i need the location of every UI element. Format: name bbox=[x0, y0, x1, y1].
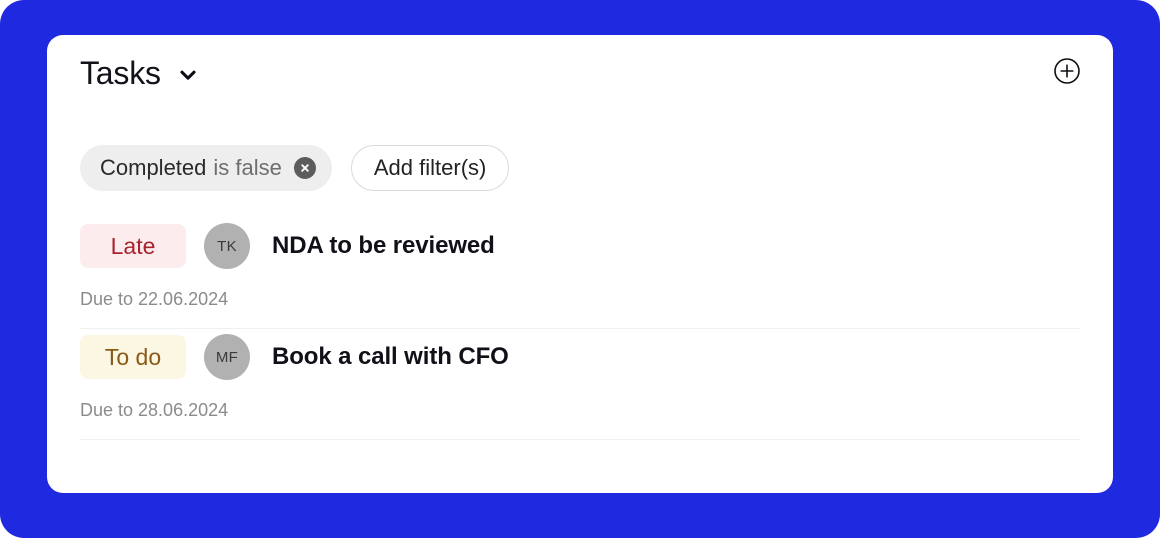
close-circle-icon[interactable] bbox=[293, 157, 316, 179]
task-list: Late TK NDA to be reviewed Due to 22.06.… bbox=[47, 218, 1113, 440]
card-header: Tasks bbox=[47, 35, 1113, 125]
add-task-button[interactable] bbox=[1053, 57, 1081, 90]
avatar[interactable]: TK bbox=[204, 223, 250, 269]
status-badge: Late bbox=[80, 224, 186, 268]
filter-chip-completed[interactable]: Completed is false bbox=[80, 145, 332, 191]
add-filter-button[interactable]: Add filter(s) bbox=[350, 145, 510, 191]
page-title: Tasks bbox=[80, 55, 161, 91]
task-row[interactable]: To do MF Book a call with CFO Due to 28.… bbox=[47, 329, 1113, 439]
task-row-main: Late TK NDA to be reviewed bbox=[80, 218, 1080, 274]
chevron-down-icon[interactable] bbox=[177, 64, 199, 86]
filter-chip-key: Completed bbox=[100, 155, 207, 180]
task-title[interactable]: NDA to be reviewed bbox=[272, 234, 495, 258]
task-due-date: Due to 28.06.2024 bbox=[80, 400, 229, 420]
filter-chip-value: is false bbox=[213, 155, 282, 180]
task-row-main: To do MF Book a call with CFO bbox=[80, 329, 1080, 385]
filter-row: Completed is false Add filter(s) bbox=[80, 145, 510, 191]
avatar[interactable]: MF bbox=[204, 334, 250, 380]
task-due-date: Due to 22.06.2024 bbox=[80, 289, 229, 309]
app-backdrop: Tasks Completed is false Add filter(s) L… bbox=[0, 0, 1160, 538]
tasks-title-group[interactable]: Tasks bbox=[80, 57, 199, 89]
tasks-card: Tasks Completed is false Add filter(s) L… bbox=[47, 35, 1113, 493]
list-divider bbox=[80, 439, 1080, 440]
task-row[interactable]: Late TK NDA to be reviewed Due to 22.06.… bbox=[47, 218, 1113, 328]
task-title[interactable]: Book a call with CFO bbox=[272, 345, 509, 369]
status-badge: To do bbox=[80, 335, 186, 379]
plus-circle-icon bbox=[1053, 57, 1081, 90]
